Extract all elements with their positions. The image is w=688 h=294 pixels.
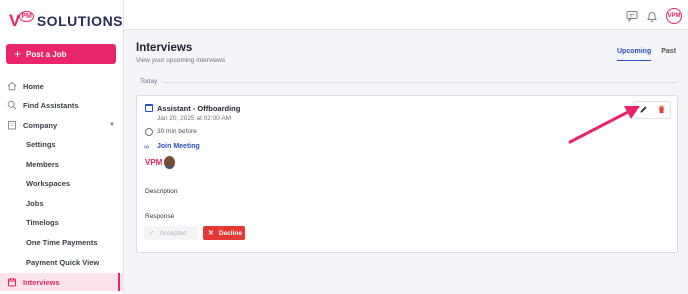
sidebar-item-label: Members xyxy=(26,159,59,169)
decline-label: Decline xyxy=(218,229,242,237)
chevron-down-icon[interactable]: ▼ xyxy=(109,122,115,128)
sidebar-item-members[interactable]: Members xyxy=(0,155,124,173)
sidebar-item-timelogs[interactable]: Timelogs xyxy=(0,213,124,231)
divider xyxy=(162,82,678,83)
group-label-today: Today xyxy=(140,78,158,85)
link-icon: ∞ xyxy=(144,144,149,151)
page-title: Interviews xyxy=(136,42,193,54)
user-avatar[interactable]: VPM xyxy=(666,8,682,24)
check-icon: ✓ xyxy=(149,230,155,237)
post-job-label: Post a Job xyxy=(26,49,67,59)
post-job-button[interactable]: + Post a Job xyxy=(6,44,116,64)
tabs: Upcoming Past xyxy=(617,48,686,61)
close-icon: ✕ xyxy=(208,230,214,237)
sidebar-item-payment-quick-view[interactable]: Payment Quick View xyxy=(0,253,124,271)
chat-icon[interactable] xyxy=(625,9,638,22)
sidebar-item-label: Settings xyxy=(26,139,56,149)
participant-avatar xyxy=(164,156,176,169)
tab-upcoming[interactable]: Upcoming xyxy=(617,48,652,61)
brand-logo[interactable]: V PM SOLUTIONS xyxy=(9,9,123,33)
page-subtitle: View your upcoming interviews xyxy=(136,57,226,64)
logo-pm: PM xyxy=(19,10,34,22)
sidebar-item-label: Timelogs xyxy=(26,217,59,227)
sidebar-item-label: Payment Quick View xyxy=(26,257,100,267)
description-label: Description xyxy=(145,188,178,195)
sidebar-item-company[interactable]: Company ▼ xyxy=(0,116,124,134)
sidebar-item-label: Home xyxy=(23,81,44,91)
search-icon xyxy=(7,100,17,110)
tab-past[interactable]: Past xyxy=(661,48,676,61)
sidebar-item-interviews[interactable]: Interviews xyxy=(0,273,124,291)
annotation-arrow xyxy=(568,106,640,144)
top-bar: VPM xyxy=(124,0,688,30)
clock-icon xyxy=(145,128,153,136)
bell-icon[interactable] xyxy=(645,9,658,22)
interview-title: Assistant - Offboarding xyxy=(157,104,241,113)
sidebar-item-home[interactable]: Home xyxy=(0,77,124,95)
sidebar-item-label: Company xyxy=(23,120,58,130)
sidebar-item-label: Interviews xyxy=(23,277,60,287)
home-icon xyxy=(7,81,17,91)
delete-icon[interactable] xyxy=(657,101,666,119)
sidebar-item-find-assistants[interactable]: Find Assistants xyxy=(0,96,124,114)
decline-button[interactable]: ✕ Decline xyxy=(203,226,245,240)
sidebar-item-label: Jobs xyxy=(26,198,44,208)
accepted-button[interactable]: ✓ Accepted xyxy=(144,226,198,240)
plus-icon: + xyxy=(14,47,22,61)
building-icon xyxy=(7,120,17,130)
logo-text: SOLUTIONS xyxy=(36,13,124,29)
sidebar-item-label: Find Assistants xyxy=(23,100,79,110)
interview-datetime: Jan 20, 2025 at 02:00 AM xyxy=(157,115,232,122)
reminder-text: 30 min before xyxy=(157,128,197,135)
sidebar-item-one-time-payments[interactable]: One Time Payments xyxy=(0,233,124,251)
participants: VPM xyxy=(145,156,176,169)
calendar-icon xyxy=(7,277,17,287)
sidebar-item-label: One Time Payments xyxy=(26,237,98,247)
sidebar-item-workspaces[interactable]: Workspaces xyxy=(0,174,124,192)
response-label: Response xyxy=(145,213,175,220)
join-meeting-link[interactable]: Join Meeting xyxy=(157,143,200,150)
calendar-icon xyxy=(145,104,153,112)
accepted-label: Accepted xyxy=(159,229,187,237)
sidebar-item-settings[interactable]: Settings xyxy=(0,135,124,153)
sidebar: V PM SOLUTIONS + Post a Job Home Find As… xyxy=(0,0,124,294)
sidebar-item-label: Workspaces xyxy=(26,178,71,188)
sidebar-item-jobs[interactable]: Jobs xyxy=(0,194,124,212)
company-logo: VPM xyxy=(145,158,163,167)
